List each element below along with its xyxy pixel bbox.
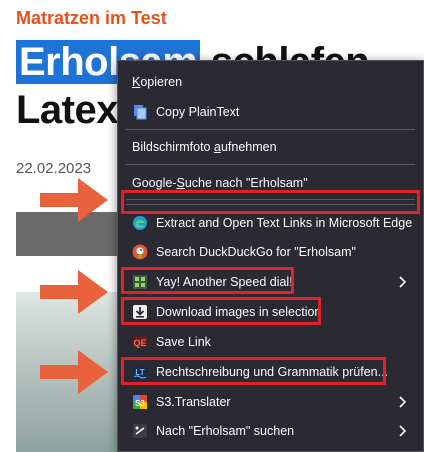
menu-item-screenshot[interactable]: Bildschirmfoto aufnehmen: [124, 133, 417, 161]
highlight-box: [121, 357, 386, 385]
arrow-pointer-icon: [40, 350, 108, 394]
translater-icon: S3: [132, 394, 148, 410]
article-headline-line2: Latex: [16, 88, 119, 132]
menu-item-label: Kopieren: [132, 75, 183, 89]
menu-item-search-in[interactable]: Nach "Erholsam" suchen: [124, 417, 417, 445]
menu-item-label: Google-Suche nach "Erholsam": [132, 176, 308, 190]
menu-item-save-link[interactable]: QE Save Link: [124, 328, 417, 356]
highlight-box: [121, 297, 321, 325]
menu-item-copy[interactable]: Kopieren: [124, 68, 417, 96]
menu-item-edge-links[interactable]: Extract and Open Text Links in Microsoft…: [124, 209, 417, 237]
arrow-pointer-icon: [40, 178, 108, 222]
save-link-icon: QE: [132, 334, 148, 350]
menu-item-translater[interactable]: S3 S3.Translater: [124, 388, 417, 416]
menu-item-label: Copy PlainText: [156, 105, 240, 119]
context-menu: Kopieren Copy PlainText Bildschirmfoto a…: [117, 60, 424, 452]
svg-text:S3: S3: [135, 399, 145, 408]
svg-text:QE: QE: [133, 338, 146, 348]
menu-separator: [126, 129, 415, 130]
page-copy-icon: [132, 104, 148, 120]
menu-separator: [126, 164, 415, 165]
menu-item-label: Search DuckDuckGo for "Erholsam": [156, 245, 356, 259]
article-date: 22.02.2023: [16, 160, 92, 177]
chevron-right-icon: [399, 425, 407, 437]
menu-item-label: Bildschirmfoto aufnehmen: [132, 140, 277, 154]
article-kicker: Matratzen im Test: [16, 8, 167, 28]
menu-item-copy-plaintext[interactable]: Copy PlainText: [124, 98, 417, 126]
menu-item-label: Extract and Open Text Links in Microsoft…: [156, 216, 413, 230]
chevron-right-icon: [399, 396, 407, 408]
arrow-pointer-icon: [40, 270, 108, 314]
menu-item-label: S3.Translater: [156, 395, 231, 409]
chevron-right-icon: [399, 276, 407, 288]
highlight-box: [121, 267, 294, 294]
edge-icon: [132, 215, 148, 231]
search-icon: [132, 423, 148, 439]
menu-item-duckduckgo[interactable]: Search DuckDuckGo for "Erholsam": [124, 238, 417, 266]
duckduckgo-icon: [132, 244, 148, 260]
menu-item-label: Nach "Erholsam" suchen: [156, 424, 295, 438]
menu-item-label: Save Link: [156, 335, 211, 349]
